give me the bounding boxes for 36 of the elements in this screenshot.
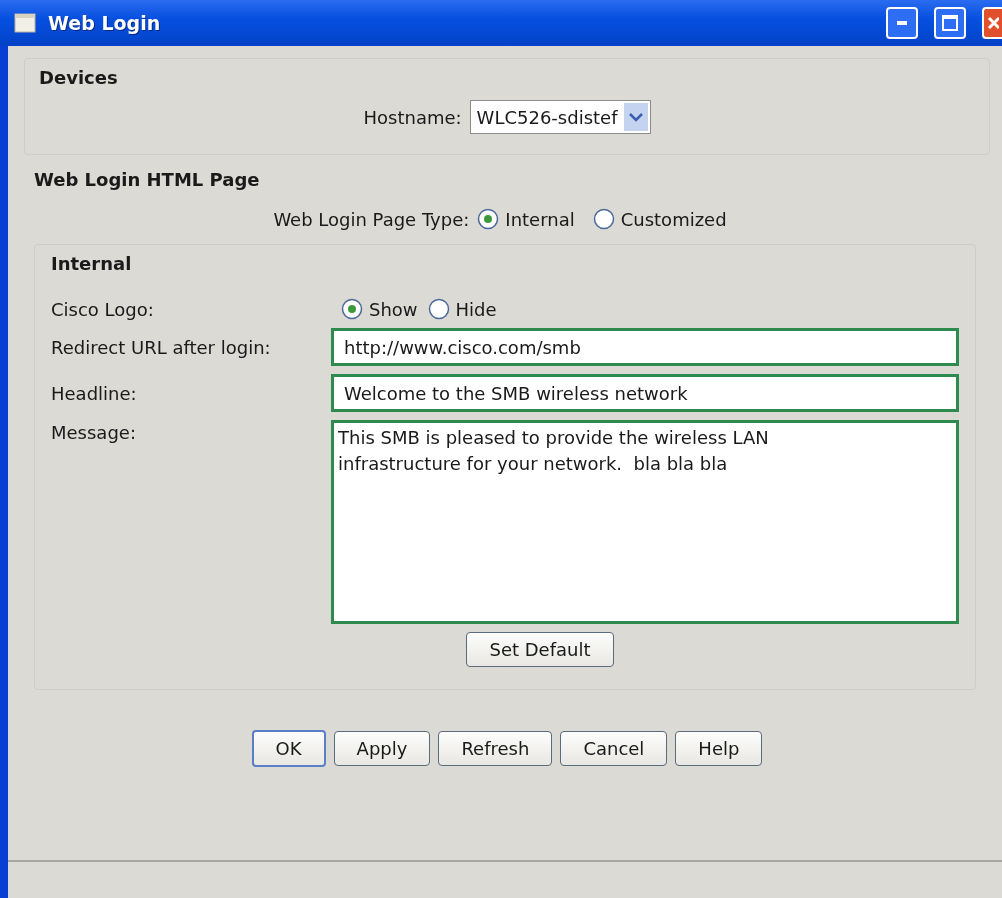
dialog-button[interactable]: Apply xyxy=(333,731,431,766)
radio-button[interactable] xyxy=(477,208,500,230)
page-type-label: Web Login Page Type: xyxy=(273,208,470,230)
radio-button[interactable] xyxy=(427,298,450,320)
section-heading: Devices xyxy=(39,67,119,88)
radio-button[interactable] xyxy=(592,208,615,230)
section-heading: Internal xyxy=(51,253,133,274)
dialog-button[interactable]: Cancel xyxy=(560,731,668,766)
field-label: Headline: xyxy=(51,382,138,404)
radio-label: Show xyxy=(369,298,418,320)
field-label: Cisco Logo: xyxy=(51,298,155,320)
set-default-button[interactable]: Set Default xyxy=(466,632,614,667)
input-field[interactable]: Welcome to the SMB wireless network xyxy=(331,374,959,412)
message-textarea[interactable]: This SMB is pleased to provide the wireless LAN infrastructure for your network. bla bla bla xyxy=(331,420,959,624)
minimize-icon xyxy=(897,21,907,25)
radio-label: Internal xyxy=(505,208,575,230)
radio-label: Customized xyxy=(620,208,727,230)
window-icon xyxy=(14,13,36,33)
maximize-icon xyxy=(942,15,958,31)
chevron-down-icon xyxy=(623,103,648,131)
field-label: Redirect URL after login: xyxy=(51,336,272,358)
radio-button[interactable] xyxy=(341,298,363,320)
close-button[interactable] xyxy=(982,7,1002,39)
dialog-button[interactable]: Help xyxy=(675,731,763,766)
minimize-button[interactable] xyxy=(886,7,918,39)
hostname-label: Hostname: xyxy=(363,106,462,128)
section-heading: Web Login HTML Page xyxy=(34,169,261,190)
close-icon xyxy=(987,15,999,31)
radio-label: Hide xyxy=(455,298,497,320)
dialog-button[interactable]: OK xyxy=(251,730,326,767)
hostname-dropdown[interactable]: WLC526-sdistef xyxy=(469,100,651,134)
maximize-button[interactable] xyxy=(934,7,966,39)
field-label: Message: xyxy=(51,422,137,443)
input-field[interactable]: http://www.cisco.com/smb xyxy=(331,328,959,366)
window-title: Web Login xyxy=(48,12,162,34)
dialog-button[interactable]: Refresh xyxy=(438,731,553,766)
